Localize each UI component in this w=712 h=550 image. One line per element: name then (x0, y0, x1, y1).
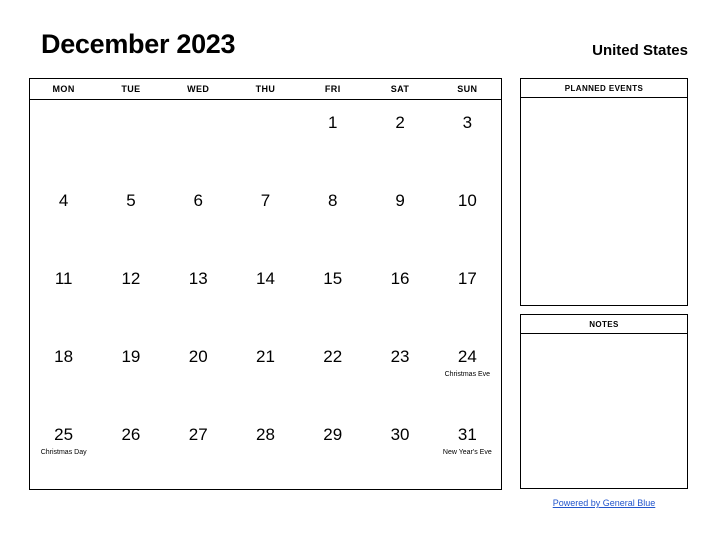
day-cell-8[interactable]: 8 (299, 178, 366, 256)
day-number: 19 (121, 347, 141, 366)
day-cell-21[interactable]: 21 (232, 334, 299, 412)
day-event-label: New Year's Eve (442, 449, 492, 456)
day-number: 17 (457, 269, 477, 288)
day-number: 18 (54, 347, 74, 366)
day-cell-10[interactable]: 10 (434, 178, 501, 256)
day-cell-4[interactable]: 4 (30, 178, 97, 256)
day-cell-6[interactable]: 6 (165, 178, 232, 256)
weekday-header-row: MON TUE WED THU FRI SAT SUN (30, 79, 501, 100)
calendar-week-row: 4 5 6 7 8 9 10 (30, 178, 501, 256)
powered-by-link[interactable]: Powered by General Blue (520, 498, 688, 508)
day-number: 30 (390, 425, 410, 444)
day-cell-26[interactable]: 26 (97, 412, 164, 490)
day-event-label: Christmas Eve (444, 371, 491, 378)
day-cell-19[interactable]: 19 (97, 334, 164, 412)
calendar-week-row: 11 12 13 14 15 16 17 (30, 256, 501, 334)
day-number: 10 (457, 191, 477, 210)
day-number: 14 (256, 269, 275, 288)
day-cell-1[interactable]: 1 (299, 100, 366, 178)
weekday-header-sat: SAT (390, 84, 410, 94)
day-cell-18[interactable]: 18 (30, 334, 97, 412)
day-number: 31 (457, 425, 477, 444)
day-cell-7[interactable]: 7 (232, 178, 299, 256)
day-cell-9[interactable]: 9 (366, 178, 433, 256)
day-number: 5 (126, 191, 136, 210)
calendar-weeks: 1 2 3 4 5 6 7 8 9 10 11 12 13 14 15 16 17 18 19 20 21 22 23 24 C… (30, 100, 501, 490)
weekday-header-sun: SUN (457, 84, 478, 94)
planned-events-panel: PLANNED EVENTS (520, 78, 688, 306)
day-cell-15[interactable]: 15 (299, 256, 366, 334)
country-label: United States (592, 42, 688, 59)
calendar-grid: MON TUE WED THU FRI SAT SUN 1 2 3 4 5 6 7 8 9 10 11 12 13 1… (29, 78, 502, 490)
day-number: 26 (121, 425, 141, 444)
day-number: 23 (390, 347, 410, 366)
calendar-week-row: 18 19 20 21 22 23 24 Christmas Eve (30, 334, 501, 412)
day-number: 6 (193, 191, 203, 210)
day-event-label: Christmas Day (40, 449, 87, 456)
day-number: 29 (323, 425, 343, 444)
day-number: 22 (323, 347, 343, 366)
day-number: 25 (54, 425, 74, 444)
day-cell-17[interactable]: 17 (434, 256, 501, 334)
day-cell-3[interactable]: 3 (434, 100, 501, 178)
calendar-week-row: 1 2 3 (30, 100, 501, 178)
day-cell-14[interactable]: 14 (232, 256, 299, 334)
day-cell-28[interactable]: 28 (232, 412, 299, 490)
day-number: 21 (256, 347, 275, 366)
notes-title: NOTES (521, 315, 687, 334)
weekday-header-wed: WED (187, 84, 210, 94)
day-cell-13[interactable]: 13 (165, 256, 232, 334)
day-number: 16 (390, 269, 410, 288)
day-cell-5[interactable]: 5 (97, 178, 164, 256)
page-title: December 2023 (41, 29, 236, 59)
day-cell-22[interactable]: 22 (299, 334, 366, 412)
day-cell-2[interactable]: 2 (366, 100, 433, 178)
day-cell-24[interactable]: 24 Christmas Eve (434, 334, 501, 412)
notes-body[interactable] (521, 334, 687, 488)
notes-panel: NOTES (520, 314, 688, 489)
calendar-week-row: 25 Christmas Day 26 27 28 29 30 31 New Year's Ev… (30, 412, 501, 490)
day-number: 12 (121, 269, 141, 288)
day-number: 4 (58, 191, 69, 210)
day-number: 7 (260, 191, 271, 210)
planned-events-body[interactable] (521, 98, 687, 305)
day-number: 15 (323, 269, 343, 288)
planned-events-title: PLANNED EVENTS (521, 79, 687, 98)
day-cell-empty (232, 100, 299, 178)
day-number: 28 (256, 425, 275, 444)
day-cell-12[interactable]: 12 (97, 256, 164, 334)
weekday-header-thu: THU (255, 84, 276, 94)
day-cell-27[interactable]: 27 (165, 412, 232, 490)
day-number: 20 (188, 347, 208, 366)
weekday-header-tue: TUE (121, 84, 141, 94)
day-cell-23[interactable]: 23 (366, 334, 433, 412)
day-number: 11 (54, 269, 73, 288)
day-cell-empty (30, 100, 97, 178)
day-number: 8 (328, 191, 338, 210)
day-number: 24 (457, 347, 477, 366)
day-number: 1 (328, 113, 338, 132)
day-cell-11[interactable]: 11 (30, 256, 97, 334)
day-cell-31[interactable]: 31 New Year's Eve (434, 412, 501, 490)
day-cell-empty (97, 100, 164, 178)
day-number: 9 (395, 191, 405, 210)
day-number: 3 (462, 113, 473, 132)
weekday-header-fri: FRI (324, 84, 341, 94)
day-cell-29[interactable]: 29 (299, 412, 366, 490)
day-cell-30[interactable]: 30 (366, 412, 433, 490)
day-number: 27 (188, 425, 208, 444)
day-number: 2 (395, 113, 405, 132)
day-cell-16[interactable]: 16 (366, 256, 433, 334)
day-cell-25[interactable]: 25 Christmas Day (30, 412, 97, 490)
day-cell-20[interactable]: 20 (165, 334, 232, 412)
weekday-header-mon: MON (52, 84, 75, 94)
day-cell-empty (165, 100, 232, 178)
day-number: 13 (188, 269, 208, 288)
